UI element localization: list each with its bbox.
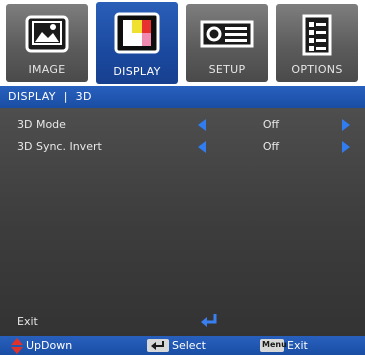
menu-item-3d-sync-invert[interactable]: 3D Sync. Invert Off [0, 136, 365, 158]
options-checklist-icon [302, 14, 332, 56]
osd-menu: IMAGE DISPLAY SETUP OPTIONS DISPLAY | 3D… [0, 0, 365, 355]
menu-item-3d-mode[interactable]: 3D Mode Off [0, 114, 365, 136]
tab-display-label: DISPLAY [113, 65, 161, 78]
select-hint: Select [172, 339, 206, 352]
menu-key-label: Menu [262, 340, 287, 349]
exit-hint: Exit [287, 339, 308, 352]
menu-item-value: Off [262, 140, 280, 153]
display-color-bars-icon [114, 12, 160, 54]
tab-setup-label: SETUP [208, 63, 246, 76]
footer-help-bar: UpDown Select Menu Exit [0, 336, 365, 355]
tab-options-label: OPTIONS [291, 63, 343, 76]
tab-options[interactable]: OPTIONS [276, 4, 358, 82]
menu-item-value: Off [262, 118, 280, 131]
enter-key-icon [147, 339, 169, 352]
breadcrumb-text: DISPLAY | 3D [8, 90, 92, 103]
tab-image[interactable]: IMAGE [6, 4, 88, 82]
right-arrow-icon[interactable] [342, 141, 350, 153]
tab-setup[interactable]: SETUP [186, 4, 268, 82]
updown-hint: UpDown [26, 339, 73, 352]
left-arrow-icon[interactable] [198, 141, 206, 153]
tab-display[interactable]: DISPLAY [96, 2, 178, 84]
right-arrow-icon[interactable] [342, 119, 350, 131]
projector-setup-icon [200, 20, 254, 48]
tab-bar: IMAGE DISPLAY SETUP OPTIONS [0, 0, 365, 84]
menu-key-icon: Menu [260, 339, 287, 352]
tab-image-label: IMAGE [28, 63, 66, 76]
breadcrumb: DISPLAY | 3D [0, 86, 365, 108]
enter-return-icon [201, 314, 217, 327]
menu-item-label: 3D Mode [17, 118, 66, 131]
image-picture-icon [25, 15, 69, 53]
menu-item-label: 3D Sync. Invert [17, 140, 102, 153]
menu-item-exit[interactable]: Exit [0, 311, 365, 333]
menu-body: 3D Mode Off 3D Sync. Invert Off Exit [0, 108, 365, 336]
up-down-arrow-icon [11, 338, 23, 354]
exit-label: Exit [17, 315, 38, 328]
left-arrow-icon[interactable] [198, 119, 206, 131]
